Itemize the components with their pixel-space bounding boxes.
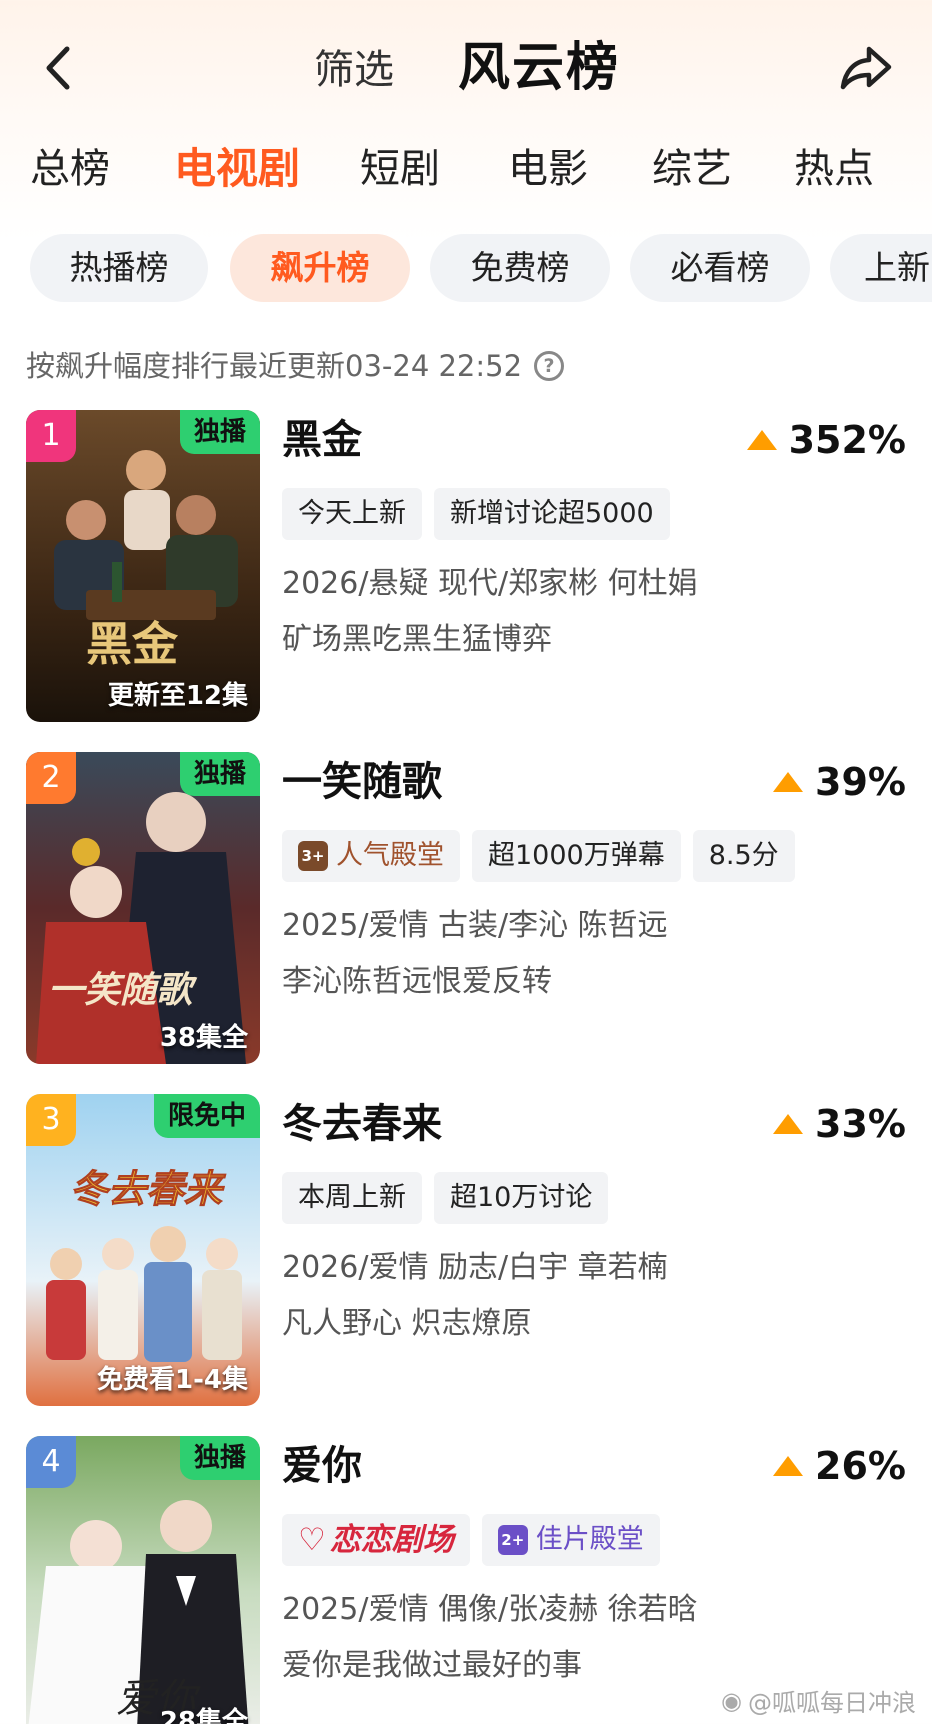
- chip-rising[interactable]: 飙升榜: [230, 234, 410, 302]
- show-meta: 2025/爱情 古装/李沁 陈哲远: [282, 908, 668, 943]
- tag: 本周上新: [282, 1172, 422, 1224]
- poster[interactable]: 爱你 4 独播 28集全: [26, 1436, 260, 1724]
- filter-button[interactable]: 筛选: [314, 42, 394, 98]
- tab-variety[interactable]: 综艺: [652, 136, 732, 202]
- show-meta: 2025/爱情 偶像/张凌赫 徐若晗: [282, 1592, 698, 1627]
- tab-movie[interactable]: 电影: [508, 136, 588, 202]
- tag-label: 人气殿堂: [336, 840, 444, 871]
- page-title: 风云榜: [458, 38, 621, 98]
- tag-row: ♡ 恋恋剧场 2+ 佳片殿堂: [282, 1514, 672, 1566]
- rank-badge: 1: [26, 410, 76, 462]
- growth-rate: 39%: [773, 756, 906, 808]
- tag-row: 本周上新 超10万讨论: [282, 1172, 620, 1224]
- rating-tag: 8.5分: [692, 830, 795, 882]
- growth-rate: 33%: [773, 1098, 906, 1150]
- popularity-hall-icon: 3+: [298, 841, 328, 871]
- tab-all[interactable]: 总榜: [30, 136, 110, 202]
- episode-status: 更新至12集: [107, 681, 248, 711]
- list-item[interactable]: 冬去春来 3 限免中 免费看1-4集 冬去春来 33% 本周上新 超10万讨论 …: [0, 1094, 932, 1414]
- poster-title-art: 冬去春来: [70, 1166, 226, 1211]
- growth-value: 39%: [815, 760, 906, 804]
- show-title[interactable]: 黑金: [282, 414, 362, 466]
- tag: 今天上新: [282, 488, 422, 540]
- show-title[interactable]: 爱你: [282, 1440, 362, 1492]
- episode-status: 28集全: [159, 1707, 248, 1724]
- poster[interactable]: 冬去春来 3 限免中 免费看1-4集: [26, 1094, 260, 1406]
- share-arrow-icon: [840, 46, 892, 90]
- chip-must-watch[interactable]: 必看榜: [630, 234, 810, 302]
- show-title[interactable]: 一笑随歌: [282, 756, 442, 808]
- quality-hall-icon: 2+: [497, 1525, 528, 1555]
- show-title[interactable]: 冬去春来: [282, 1098, 442, 1150]
- heart-icon: ♡: [298, 1522, 326, 1558]
- watermark: ◉ @呱呱每日冲浪: [721, 1683, 916, 1718]
- growth-value: 352%: [788, 418, 906, 462]
- exclusive-tag: 独播: [179, 1436, 260, 1480]
- theater-tag: ♡ 恋恋剧场: [282, 1514, 470, 1566]
- poster[interactable]: 黑金 1 独播 更新至12集: [26, 410, 260, 722]
- episode-status: 免费看1-4集: [97, 1365, 248, 1395]
- chevron-left-icon: [46, 46, 70, 90]
- update-info: 按飙升幅度排行最近更新03-24 22:52: [26, 349, 523, 383]
- show-description: 凡人野心 炽志燎原: [282, 1306, 532, 1341]
- top-bar: 筛选 风云榜: [0, 0, 932, 140]
- rank-badge: 2: [26, 752, 76, 804]
- rising-arrow-icon: [746, 430, 777, 450]
- growth-value: 33%: [815, 1102, 906, 1146]
- list-item[interactable]: 一笑随歌 2 独播 38集全 一笑随歌 39% 3+ 人气殿堂 超1000万弹幕…: [0, 752, 932, 1072]
- poster[interactable]: 一笑随歌 2 独播 38集全: [26, 752, 260, 1064]
- tab-hot[interactable]: 热点: [794, 136, 874, 202]
- episode-status: 38集全: [159, 1023, 248, 1053]
- growth-value: 26%: [815, 1444, 906, 1488]
- weibo-icon: ◉: [721, 1686, 742, 1715]
- tab-tv-series[interactable]: 电视剧: [174, 136, 300, 202]
- rank-badge: 3: [26, 1094, 76, 1146]
- help-icon[interactable]: ?: [534, 351, 565, 381]
- watermark-text: @呱呱每日冲浪: [748, 1689, 916, 1717]
- list-item[interactable]: 爱你 4 独播 28集全 爱你 26% ♡ 恋恋剧场 2+ 佳片殿堂 2025/…: [0, 1436, 932, 1724]
- growth-rate: 26%: [773, 1440, 906, 1492]
- growth-rate: 352%: [746, 414, 906, 466]
- free-limited-tag: 限免中: [153, 1094, 260, 1138]
- tag-label: 恋恋剧场: [329, 1522, 454, 1558]
- award-tag: 3+ 人气殿堂: [282, 830, 460, 882]
- chip-free[interactable]: 免费榜: [430, 234, 610, 302]
- rank-badge: 4: [26, 1436, 76, 1488]
- rising-arrow-icon: [773, 772, 804, 792]
- tag: 新增讨论超5000: [434, 488, 670, 540]
- award-tag: 2+ 佳片殿堂: [481, 1514, 660, 1566]
- share-button[interactable]: [836, 40, 896, 96]
- list-item[interactable]: 黑金 1 独播 更新至12集 黑金 352% 今天上新 新增讨论超5000 20…: [0, 410, 932, 730]
- rising-arrow-icon: [773, 1456, 804, 1476]
- tag: 超1000万弹幕: [472, 830, 681, 882]
- tag-row: 3+ 人气殿堂 超1000万弹幕 8.5分: [282, 830, 807, 882]
- show-description: 矿场黑吃黑生猛博弈: [282, 622, 552, 657]
- back-button[interactable]: [38, 40, 78, 96]
- chip-new[interactable]: 上新: [830, 234, 932, 302]
- tag-row: 今天上新 新增讨论超5000: [282, 488, 682, 540]
- ranking-subtitle: 按飙升幅度排行最近更新03-24 22:52 ?: [26, 344, 565, 388]
- tag-label: 佳片殿堂: [535, 1524, 644, 1555]
- ranking-chips: 热播榜 飙升榜 免费榜 必看榜 上新: [30, 234, 932, 304]
- tab-short-drama[interactable]: 短剧: [360, 136, 440, 202]
- chip-hot-play[interactable]: 热播榜: [30, 234, 208, 302]
- show-meta: 2026/爱情 励志/白宇 章若楠: [282, 1250, 668, 1285]
- show-description: 爱你是我做过最好的事: [282, 1648, 582, 1683]
- rising-arrow-icon: [773, 1114, 804, 1134]
- exclusive-tag: 独播: [179, 752, 260, 796]
- show-description: 李沁陈哲远恨爱反转: [282, 964, 552, 999]
- poster-title-art: 黑金: [86, 617, 179, 671]
- exclusive-tag: 独播: [179, 410, 260, 454]
- show-meta: 2026/悬疑 现代/郑家彬 何杜娟: [282, 566, 698, 601]
- poster-title-art: 一笑随歌: [48, 969, 198, 1011]
- category-tabs: 总榜 电视剧 短剧 电影 综艺 热点: [30, 136, 910, 202]
- tag: 超10万讨论: [434, 1172, 609, 1224]
